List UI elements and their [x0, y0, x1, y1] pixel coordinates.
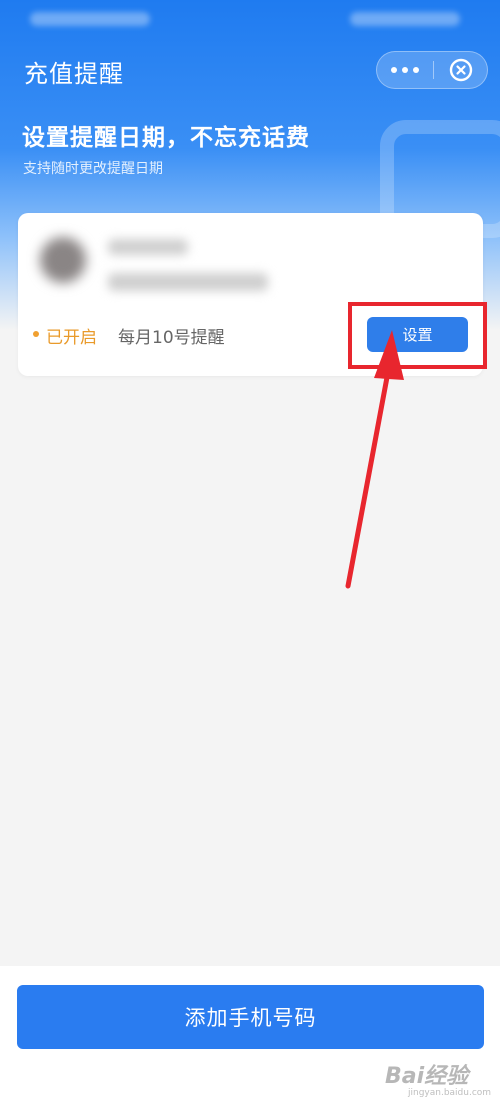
annotation-highlight-box	[348, 302, 487, 369]
more-button[interactable]	[377, 52, 433, 88]
more-dots-icon	[391, 67, 397, 73]
reminder-schedule: 每月10号提醒	[118, 328, 225, 348]
page-title: 充值提醒	[24, 60, 124, 88]
status-bar-blurred-right	[350, 12, 460, 26]
hero-subtitle: 支持随时更改提醒日期	[23, 161, 163, 177]
hero-title: 设置提醒日期，不忘充话费	[22, 125, 310, 151]
close-button[interactable]	[434, 52, 488, 88]
watermark-logo: Bai经验	[385, 1064, 469, 1089]
reminder-status: 已开启	[46, 328, 97, 348]
phone-name-blurred	[108, 239, 188, 255]
carrier-avatar-blurred	[40, 237, 86, 283]
page: 充值提醒 设置提醒日期，不忘充话费 支持随时更改提醒日期 已开启 每月10号提醒…	[0, 0, 500, 1111]
status-bar-blurred-left	[30, 12, 150, 26]
status-dot-icon	[33, 331, 39, 337]
watermark-url: jingyan.baidu.com	[408, 1088, 492, 1098]
close-circle-icon	[449, 58, 473, 82]
add-phone-number-button[interactable]: 添加手机号码	[17, 985, 484, 1049]
phone-number-blurred	[108, 273, 268, 291]
mini-program-capsule	[376, 51, 488, 89]
status-bar	[0, 0, 500, 36]
